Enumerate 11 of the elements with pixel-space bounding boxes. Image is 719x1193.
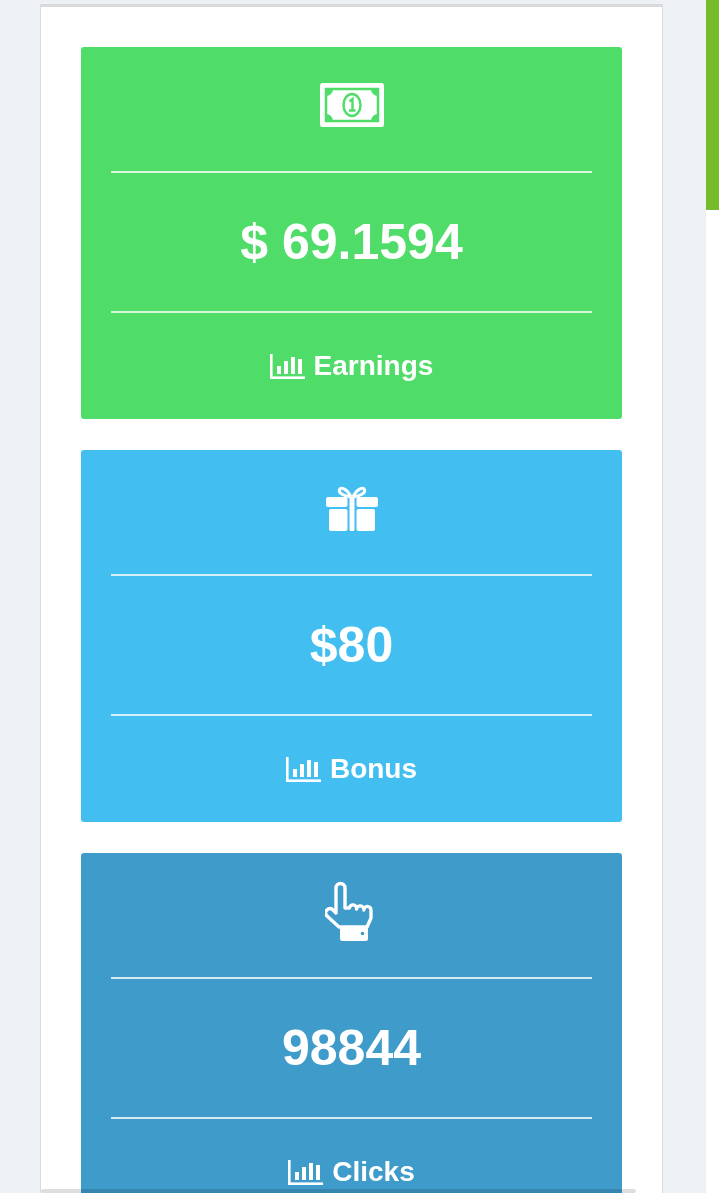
stat-value: 98844 <box>281 1019 421 1077</box>
banknote-icon <box>319 83 384 127</box>
stat-value: $ 69.1594 <box>240 213 463 271</box>
stat-label: Clicks <box>332 1155 415 1189</box>
gift-icon <box>325 485 378 531</box>
bar-chart-icon <box>285 756 321 782</box>
bar-chart-icon <box>269 353 305 379</box>
stat-label: Earnings <box>313 349 434 383</box>
stat-label: Bonus <box>329 752 418 786</box>
bar-chart-icon <box>288 1159 324 1185</box>
stat-value: $80 <box>309 616 394 674</box>
